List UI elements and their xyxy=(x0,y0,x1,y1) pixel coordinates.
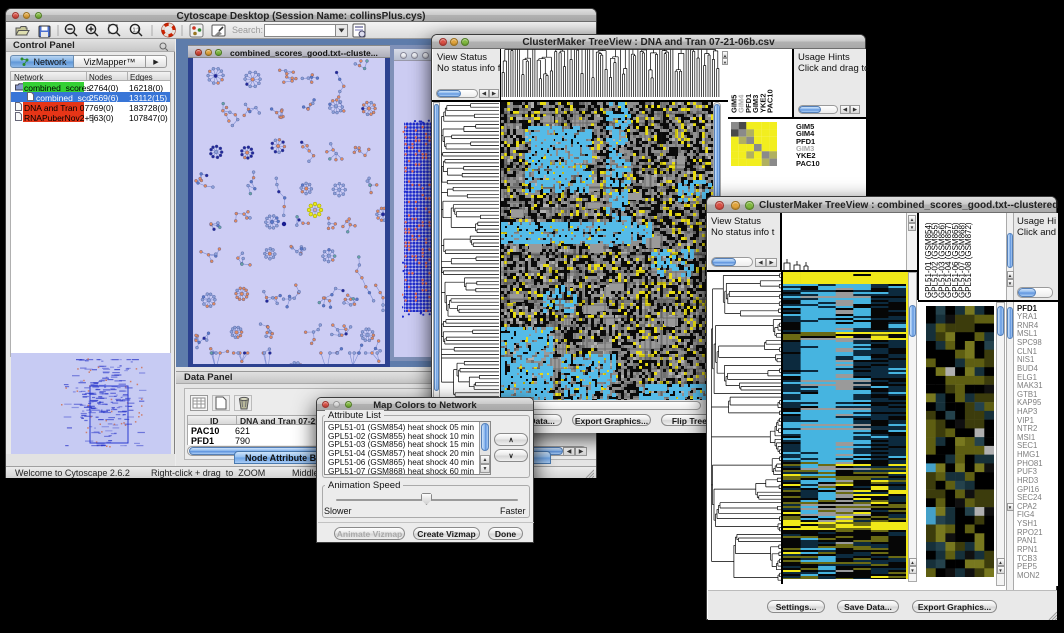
svg-text:1:1: 1:1 xyxy=(133,28,140,34)
svg-text:PAC10: PAC10 xyxy=(766,89,775,113)
svg-text:Search:: Search: xyxy=(232,25,263,35)
